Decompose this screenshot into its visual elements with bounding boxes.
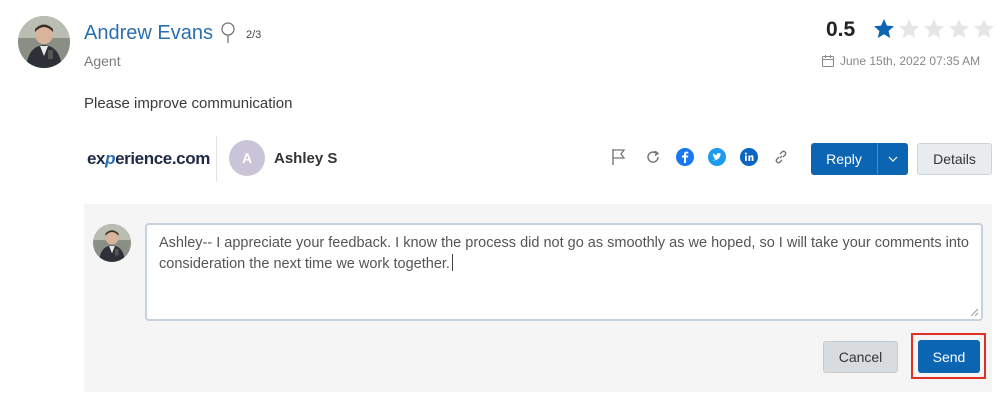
star-icon	[924, 19, 944, 38]
rating-score: 0.5	[826, 18, 856, 41]
agent-name[interactable]: Andrew Evans	[84, 22, 213, 45]
logo-text-suffix: erience.com	[115, 149, 210, 168]
logo-text-accent: p	[105, 149, 116, 168]
review-text: Please improve communication	[84, 95, 293, 112]
facebook-icon[interactable]	[676, 148, 694, 166]
reply-dropdown-button[interactable]	[877, 143, 908, 175]
location-pin-icon	[220, 22, 236, 44]
reply-message: Ashley-- I appreciate your feedback. I k…	[159, 235, 969, 272]
reply-textarea[interactable]: Ashley-- I appreciate your feedback. I k…	[145, 223, 983, 321]
flag-icon[interactable]	[610, 148, 628, 166]
reply-button[interactable]: Reply	[811, 143, 877, 175]
logo-text-prefix: ex	[87, 149, 106, 168]
details-button[interactable]: Details	[917, 143, 992, 175]
star-rating	[872, 17, 996, 41]
star-icon	[874, 19, 894, 38]
star-icon	[974, 19, 994, 38]
send-button[interactable]: Send	[918, 340, 980, 373]
refresh-icon[interactable]	[644, 148, 662, 166]
agent-avatar	[18, 16, 70, 68]
step-count: 2/3	[246, 29, 262, 41]
calendar-icon	[822, 55, 834, 67]
chevron-down-icon	[888, 156, 898, 162]
link-icon[interactable]	[772, 148, 790, 166]
linkedin-icon[interactable]	[740, 148, 758, 166]
text-cursor	[451, 254, 453, 271]
cancel-button[interactable]: Cancel	[823, 341, 898, 373]
agent-role: Agent	[84, 53, 121, 69]
twitter-icon[interactable]	[708, 148, 726, 166]
star-icon	[949, 19, 969, 38]
experience-logo: experience.com	[87, 149, 210, 169]
star-icon	[899, 19, 919, 38]
reviewer-avatar: A	[229, 140, 265, 176]
resize-handle-icon[interactable]	[969, 307, 979, 317]
divider	[216, 136, 217, 182]
reviewer-name: Ashley S	[274, 150, 338, 167]
responder-avatar	[93, 224, 131, 262]
review-date: June 15th, 2022 07:35 AM	[822, 54, 980, 68]
review-date-text: June 15th, 2022 07:35 AM	[840, 54, 981, 68]
